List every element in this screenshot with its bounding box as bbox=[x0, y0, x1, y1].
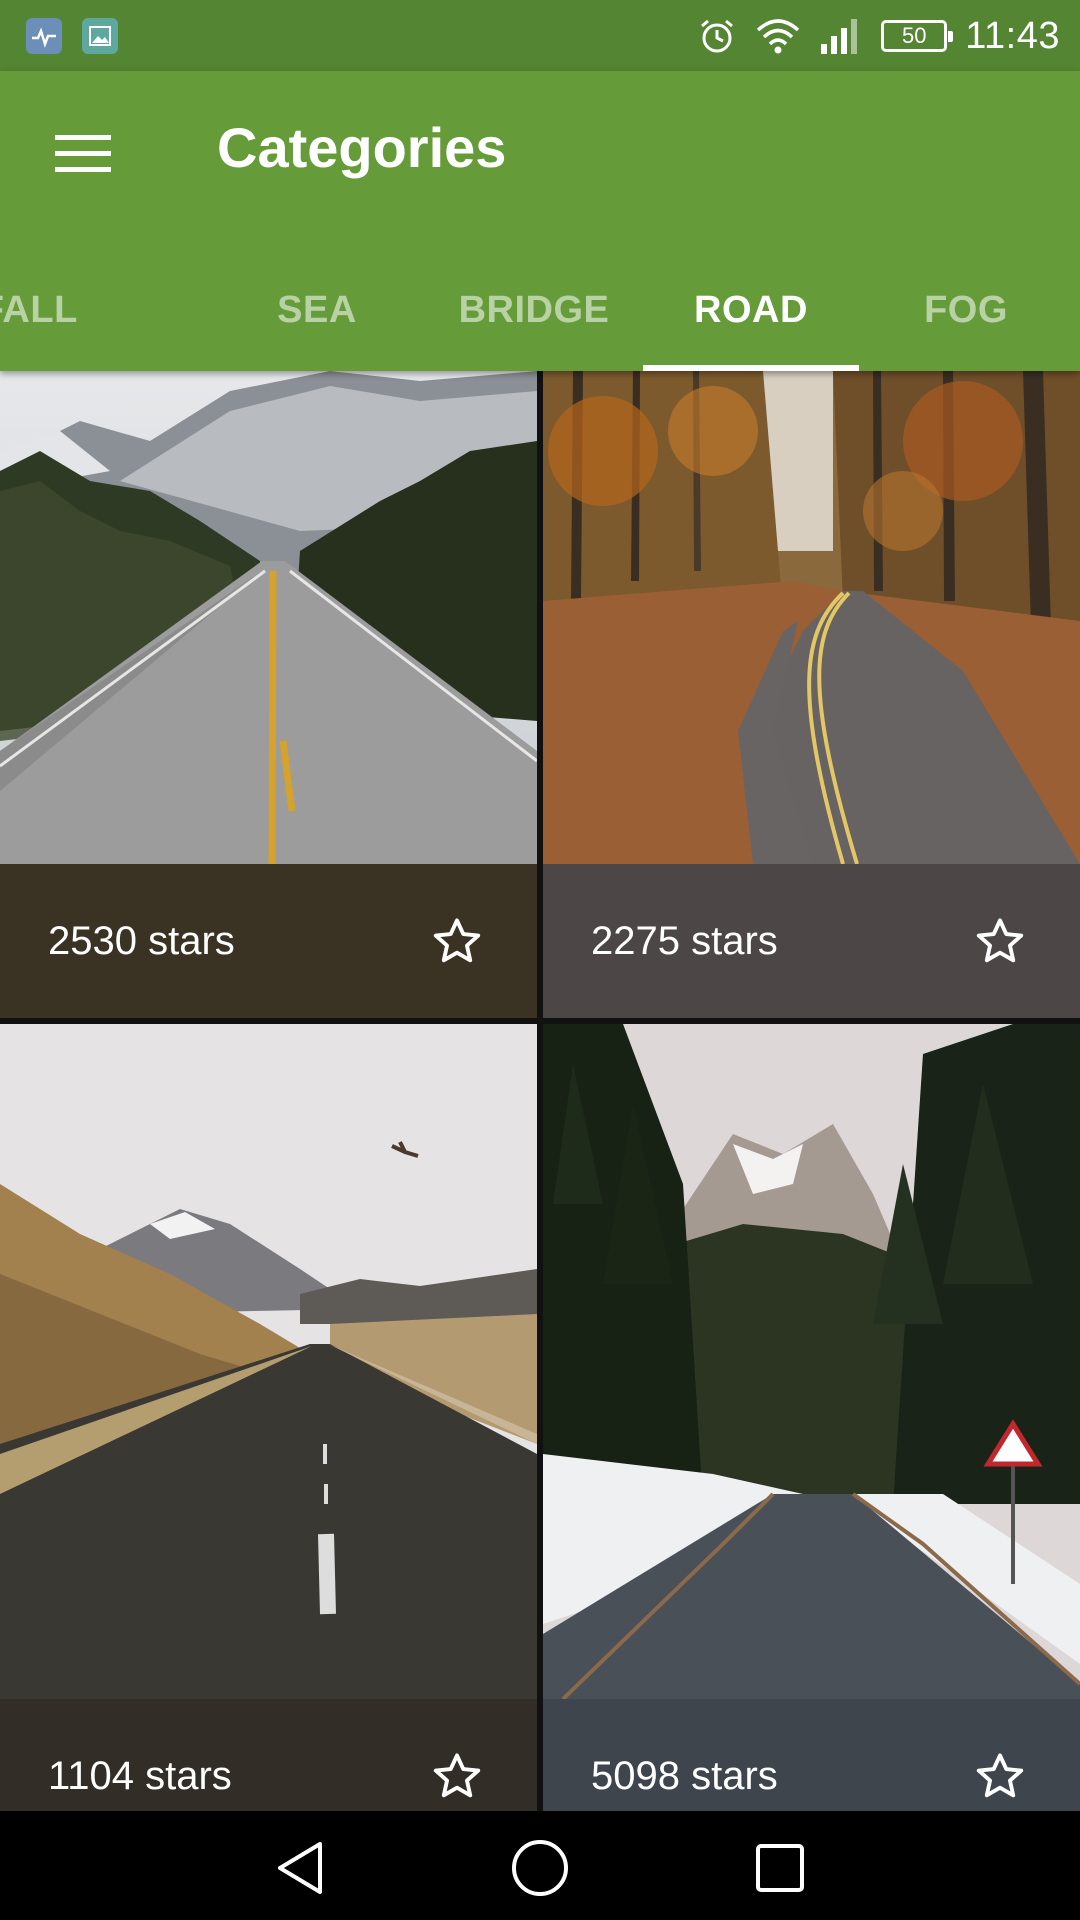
card-footer: 1104 stars bbox=[0, 1699, 537, 1811]
gallery-notification-icon bbox=[82, 18, 118, 54]
tab-waterfall[interactable]: ATERFALL bbox=[0, 249, 86, 371]
page-title: Categories bbox=[217, 116, 507, 179]
menu-icon bbox=[55, 135, 111, 172]
star-count: 2275 stars bbox=[591, 918, 778, 963]
status-bar: 50 11:43 bbox=[0, 0, 1080, 71]
alarm-icon bbox=[697, 16, 737, 56]
wifi-icon bbox=[755, 16, 801, 56]
road-photo bbox=[0, 1024, 537, 1699]
tab-fog[interactable]: FOG bbox=[858, 249, 1074, 371]
tab-label: ATERFALL bbox=[0, 288, 78, 331]
photo-card[interactable]: 5098 stars bbox=[543, 1024, 1080, 1811]
navigation-bar bbox=[0, 1811, 1080, 1920]
home-button[interactable] bbox=[505, 1833, 575, 1903]
tab-bridge[interactable]: BRIDGE bbox=[426, 249, 642, 371]
back-button[interactable] bbox=[265, 1833, 335, 1903]
star-outline-icon bbox=[433, 918, 481, 963]
category-tabs: ATERFALL SEA BRIDGE ROAD FOG bbox=[0, 249, 1080, 371]
menu-button[interactable] bbox=[38, 113, 128, 193]
star-count: 5098 stars bbox=[591, 1753, 778, 1798]
star-outline-icon bbox=[433, 1753, 481, 1798]
road-photo bbox=[543, 1024, 1080, 1699]
back-icon bbox=[278, 1842, 322, 1894]
tab-label: SEA bbox=[277, 288, 357, 331]
card-footer: 2275 stars bbox=[543, 864, 1080, 1018]
favorite-button[interactable] bbox=[970, 911, 1030, 971]
favorite-button[interactable] bbox=[427, 911, 487, 971]
recents-icon bbox=[756, 1844, 804, 1892]
favorite-button[interactable] bbox=[427, 1746, 487, 1806]
battery-level: 50 bbox=[901, 23, 927, 48]
star-outline-icon bbox=[976, 918, 1024, 963]
photo-card[interactable]: 2530 stars bbox=[0, 371, 537, 1018]
clock: 11:43 bbox=[965, 14, 1060, 57]
photo-grid: 2530 stars 2275 stars 1104 stars 5098 st… bbox=[0, 371, 1080, 1811]
card-footer: 2530 stars bbox=[0, 864, 537, 1018]
battery-indicator: 50 bbox=[881, 20, 954, 52]
signal-icon bbox=[819, 16, 863, 56]
road-photo bbox=[543, 371, 1080, 864]
tab-sea[interactable]: SEA bbox=[209, 249, 425, 371]
road-photo bbox=[0, 371, 537, 864]
tab-label: BRIDGE bbox=[458, 288, 610, 331]
recents-button[interactable] bbox=[745, 1833, 815, 1903]
card-footer: 5098 stars bbox=[543, 1699, 1080, 1811]
favorite-button[interactable] bbox=[970, 1746, 1030, 1806]
tab-label: FOG bbox=[924, 288, 1008, 331]
photo-card[interactable]: 1104 stars bbox=[0, 1024, 537, 1811]
photo-card[interactable]: 2275 stars bbox=[543, 371, 1080, 1018]
tab-indicator bbox=[643, 365, 859, 371]
tab-label: ROAD bbox=[694, 288, 808, 331]
star-count: 2530 stars bbox=[48, 918, 235, 963]
star-outline-icon bbox=[976, 1753, 1024, 1798]
tab-road[interactable]: ROAD bbox=[643, 249, 859, 371]
app-bar: Categories ATERFALL SEA BRIDGE ROAD FOG bbox=[0, 71, 1080, 371]
home-icon bbox=[512, 1840, 568, 1896]
star-count: 1104 stars bbox=[48, 1753, 232, 1798]
health-notification-icon bbox=[26, 18, 62, 54]
